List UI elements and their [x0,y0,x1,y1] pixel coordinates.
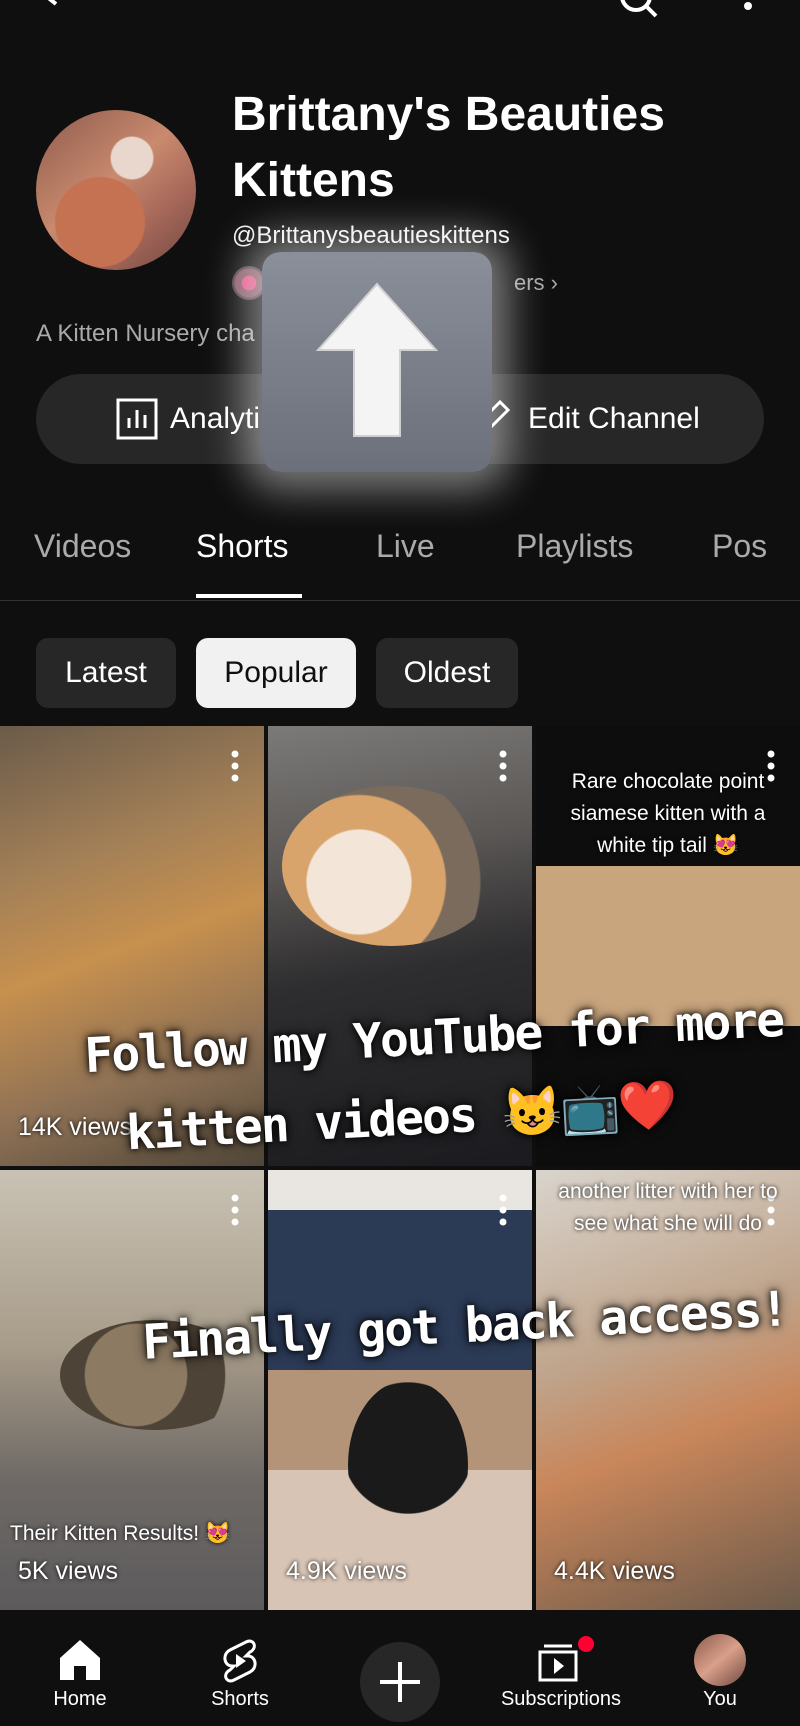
short-more-icon[interactable] [230,750,240,782]
nav-home[interactable]: Home [20,1616,140,1712]
nav-you[interactable]: You [660,1616,780,1712]
upload-arrow-overlay [262,252,492,472]
short-views: 4.4K views [554,1557,675,1585]
channel-tabs: Videos Shorts Live Playlists Pos [0,500,800,601]
nav-shorts[interactable]: Shorts [180,1616,300,1712]
up-arrow-icon [315,282,439,437]
create-button[interactable] [360,1642,440,1722]
more-options-icon[interactable] [738,0,758,24]
analytics-icon [116,398,158,440]
channel-title: Brittany's Beauties Kittens [232,88,665,207]
chip-latest[interactable]: Latest [36,638,176,708]
search-icon[interactable] [616,0,660,22]
subscriber-avatar [232,266,266,300]
edit-channel-label: Edit Channel [528,402,700,435]
channel-handle: @Brittanysbeautieskittens [232,222,510,249]
notification-dot [578,1636,594,1652]
tab-playlists[interactable]: Playlists [516,528,633,565]
nav-home-label: Home [53,1688,107,1710]
tab-videos[interactable]: Videos [34,528,131,565]
short-more-icon[interactable] [230,1194,240,1226]
nav-subscriptions[interactable]: Subscriptions [500,1616,622,1712]
back-arrow-icon[interactable] [40,0,80,20]
bottom-navigation: Home Shorts Subscriptions You [0,1616,800,1722]
channel-description[interactable]: A Kitten Nursery cha [36,320,255,348]
nav-subscriptions-label: Subscriptions [500,1688,622,1710]
short-views: 5K views [18,1557,119,1585]
chip-popular[interactable]: Popular [196,638,356,708]
home-icon [60,1640,100,1680]
plus-icon [380,1662,420,1702]
short-thumbnail[interactable]: 4.9K views [268,1170,532,1610]
short-more-icon[interactable] [498,750,508,782]
short-more-icon[interactable] [498,1194,508,1226]
short-views: 14K views [18,1113,132,1141]
nav-you-label: You [703,1688,737,1710]
short-thumbnail[interactable]: another litter with her to see what she … [536,1170,800,1610]
tab-live[interactable]: Live [376,528,435,565]
shorts-icon [223,1639,257,1683]
kitten-image [282,786,502,946]
short-caption: Rare chocolate point siamese kitten with… [570,770,766,857]
channel-avatar [36,110,196,270]
short-views: 4.9K views [286,1557,407,1585]
kitten-image [348,1380,468,1550]
subscriptions-icon [538,1644,578,1682]
top-bar [0,0,800,30]
short-caption: Their Kitten Results! 😻 [10,1522,232,1545]
chip-oldest[interactable]: Oldest [376,638,518,708]
you-avatar [694,1634,746,1686]
tab-shorts[interactable]: Shorts [196,528,288,565]
analytics-label: Analyti [170,402,261,435]
tab-posts[interactable]: Pos [712,528,767,565]
short-caption: another litter with her to see what she … [558,1180,778,1235]
short-thumbnail[interactable]: Their Kitten Results! 😻 5K views [0,1170,264,1610]
active-tab-indicator [196,594,302,598]
nav-shorts-label: Shorts [211,1688,269,1710]
